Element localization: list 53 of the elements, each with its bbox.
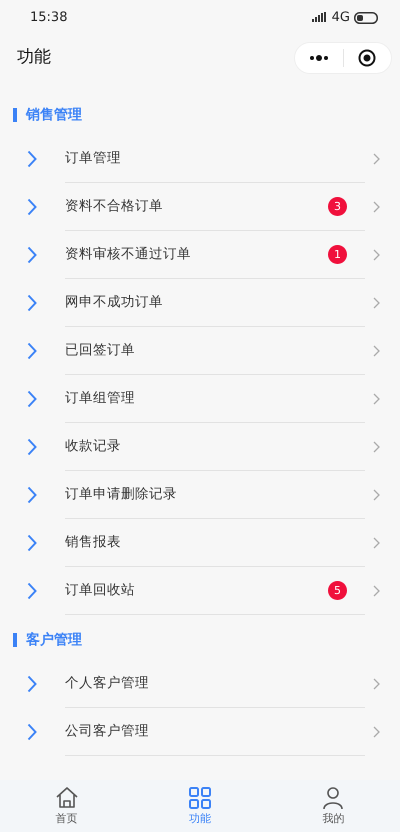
chevron-icon [27, 294, 37, 312]
menu-label: 订单申请删除记录 [65, 485, 178, 504]
chevron-icon [27, 438, 37, 456]
section-title: 客户管理 [26, 630, 82, 650]
count-badge: 5 [328, 581, 347, 600]
home-icon [54, 784, 80, 811]
menu-item[interactable]: 订单管理 [0, 135, 400, 183]
section-marker [13, 108, 17, 122]
menu-label: 订单回收站 [65, 581, 136, 600]
menu-item[interactable]: 公司客户管理 [0, 708, 400, 756]
tab-button[interactable]: 首页 [0, 780, 134, 832]
menu-item[interactable]: 资料不合格订单 3 [0, 183, 400, 231]
count-badge: 1 [328, 245, 347, 264]
chevron-icon [27, 486, 37, 504]
count-badge: 3 [328, 197, 347, 216]
chevron-icon [27, 582, 37, 600]
menu-item[interactable]: 订单回收站 5 [0, 567, 400, 615]
menu-label: 销售报表 [65, 533, 122, 552]
menu-item[interactable]: 个人客户管理 [0, 660, 400, 708]
tab-button[interactable]: 我的 [266, 780, 400, 832]
section-marker [13, 633, 17, 647]
menu-label: 订单管理 [65, 149, 122, 168]
grid-icon [186, 784, 213, 811]
menu-item[interactable]: 订单组管理 [0, 375, 400, 423]
menu-label: 网申不成功订单 [65, 293, 164, 312]
status-time: 15:38 [30, 8, 68, 27]
target-icon [358, 48, 376, 66]
chevron-icon [27, 150, 37, 168]
section-title: 销售管理 [26, 106, 82, 124]
page-title: 功能 [17, 46, 51, 69]
battery-icon [354, 12, 378, 24]
menu-item[interactable]: 网申不成功订单 [0, 279, 400, 327]
menu-label: 资料不合格订单 [65, 197, 164, 216]
menu-item[interactable]: 收款记录 [0, 423, 400, 471]
menu-label: 公司客户管理 [65, 722, 150, 742]
chevron-icon [27, 534, 37, 552]
menu-item[interactable]: 已回签订单 [0, 327, 400, 375]
more-icon [308, 54, 329, 60]
menu-label: 资料审核不通过订单 [65, 245, 192, 264]
menu-label: 个人客户管理 [65, 674, 150, 694]
chevron-icon [27, 390, 37, 408]
menu-label: 已回签订单 [65, 341, 136, 360]
chevron-icon [27, 198, 37, 216]
menu-label: 订单组管理 [65, 389, 136, 408]
menu-item[interactable]: 资料审核不通过订单 1 [0, 231, 400, 279]
menu-item[interactable]: 订单申请删除记录 [0, 471, 400, 519]
network-label: 4G [332, 8, 350, 27]
chevron-icon [27, 675, 37, 693]
menu-item[interactable]: 销售报表 [0, 519, 400, 567]
menu-label: 收款记录 [65, 437, 122, 456]
chevron-icon [27, 246, 37, 264]
chevron-icon [27, 723, 37, 741]
chevron-icon [27, 342, 37, 360]
